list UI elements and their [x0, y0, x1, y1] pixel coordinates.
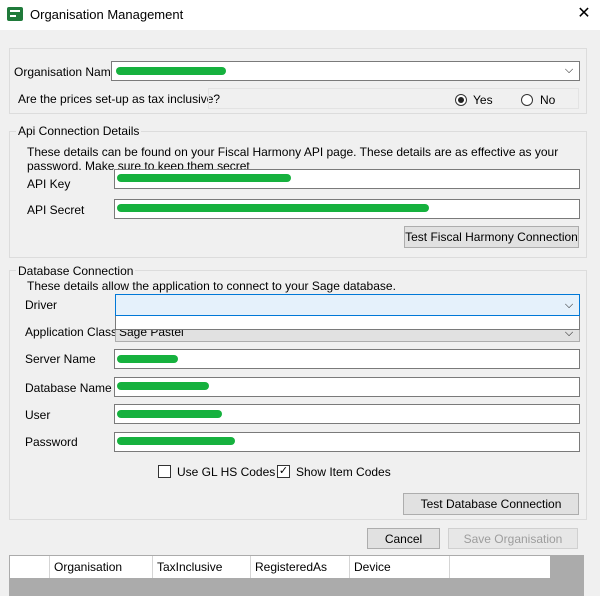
window-title: Organisation Management [30, 7, 184, 22]
test-database-button[interactable]: Test Database Connection [403, 493, 579, 515]
tax-no-label: No [540, 93, 556, 107]
server-name-input[interactable] [114, 349, 580, 369]
app-icon [7, 7, 23, 21]
driver-label: Driver [25, 298, 57, 312]
grid-column-device[interactable]: Device [350, 556, 450, 578]
organisation-name-dropdown[interactable]: ⌵ [111, 61, 580, 81]
show-item-codes-label: Show Item Codes [296, 465, 391, 479]
api-secret-input[interactable] [114, 199, 580, 219]
redacted-value [117, 355, 178, 363]
use-gl-hs-codes-checkbox[interactable] [158, 465, 171, 478]
api-group-label: Api Connection Details [16, 124, 142, 138]
cancel-button[interactable]: Cancel [367, 528, 440, 549]
redacted-value [117, 204, 429, 212]
database-name-label: Database Name [25, 381, 112, 395]
application-class-label: Application Class [25, 325, 118, 339]
application-class-value: Sage Pastel [119, 330, 184, 339]
tax-no-radio[interactable] [521, 94, 533, 106]
test-fiscal-harmony-button[interactable]: Test Fiscal Harmony Connection [404, 226, 579, 248]
redacted-value [117, 382, 209, 390]
use-gl-hs-codes-label: Use GL HS Codes [177, 465, 276, 479]
show-item-codes-checkbox[interactable]: ✓ [277, 465, 290, 478]
database-group-label: Database Connection [16, 264, 136, 278]
chevron-down-icon: ⌵ [564, 330, 574, 339]
driver-dropdown[interactable]: ⌵ [115, 294, 580, 316]
user-label: User [25, 408, 51, 422]
password-label: Password [25, 435, 78, 449]
password-input[interactable] [114, 432, 580, 452]
redacted-value [117, 410, 222, 418]
tax-yes-radio[interactable] [455, 94, 467, 106]
tax-yes-label: Yes [473, 93, 493, 107]
grid-column-organisation[interactable]: Organisation [50, 556, 153, 578]
application-class-dropdown[interactable]: Sage Pastel ⌵ [115, 330, 580, 342]
redacted-value [116, 67, 226, 75]
organisation-name-label: Organisation Name [14, 65, 118, 79]
grid-column-registeredas[interactable]: RegisteredAs [251, 556, 350, 578]
checkmark-icon: ✓ [278, 465, 289, 477]
grid-column-taxinclusive[interactable]: TaxInclusive [153, 556, 251, 578]
save-organisation-button[interactable]: Save Organisation [448, 528, 578, 549]
server-name-label: Server Name [25, 352, 96, 366]
driver-dropdown-list[interactable] [115, 316, 580, 330]
tax-inclusive-question: Are the prices set-up as tax inclusive? [18, 92, 221, 106]
close-icon[interactable]: ✕ [574, 3, 594, 25]
database-description: These details allow the application to c… [27, 279, 396, 293]
database-name-input[interactable] [114, 377, 580, 397]
chevron-down-icon: ⌵ [564, 64, 574, 76]
chevron-down-icon: ⌵ [564, 299, 574, 311]
api-key-input[interactable] [114, 169, 580, 189]
redacted-value [117, 437, 235, 445]
user-input[interactable] [114, 404, 580, 424]
redacted-value [117, 174, 291, 182]
api-secret-label: API Secret [27, 203, 85, 217]
api-key-label: API Key [27, 177, 71, 191]
grid-row-header [10, 556, 50, 578]
